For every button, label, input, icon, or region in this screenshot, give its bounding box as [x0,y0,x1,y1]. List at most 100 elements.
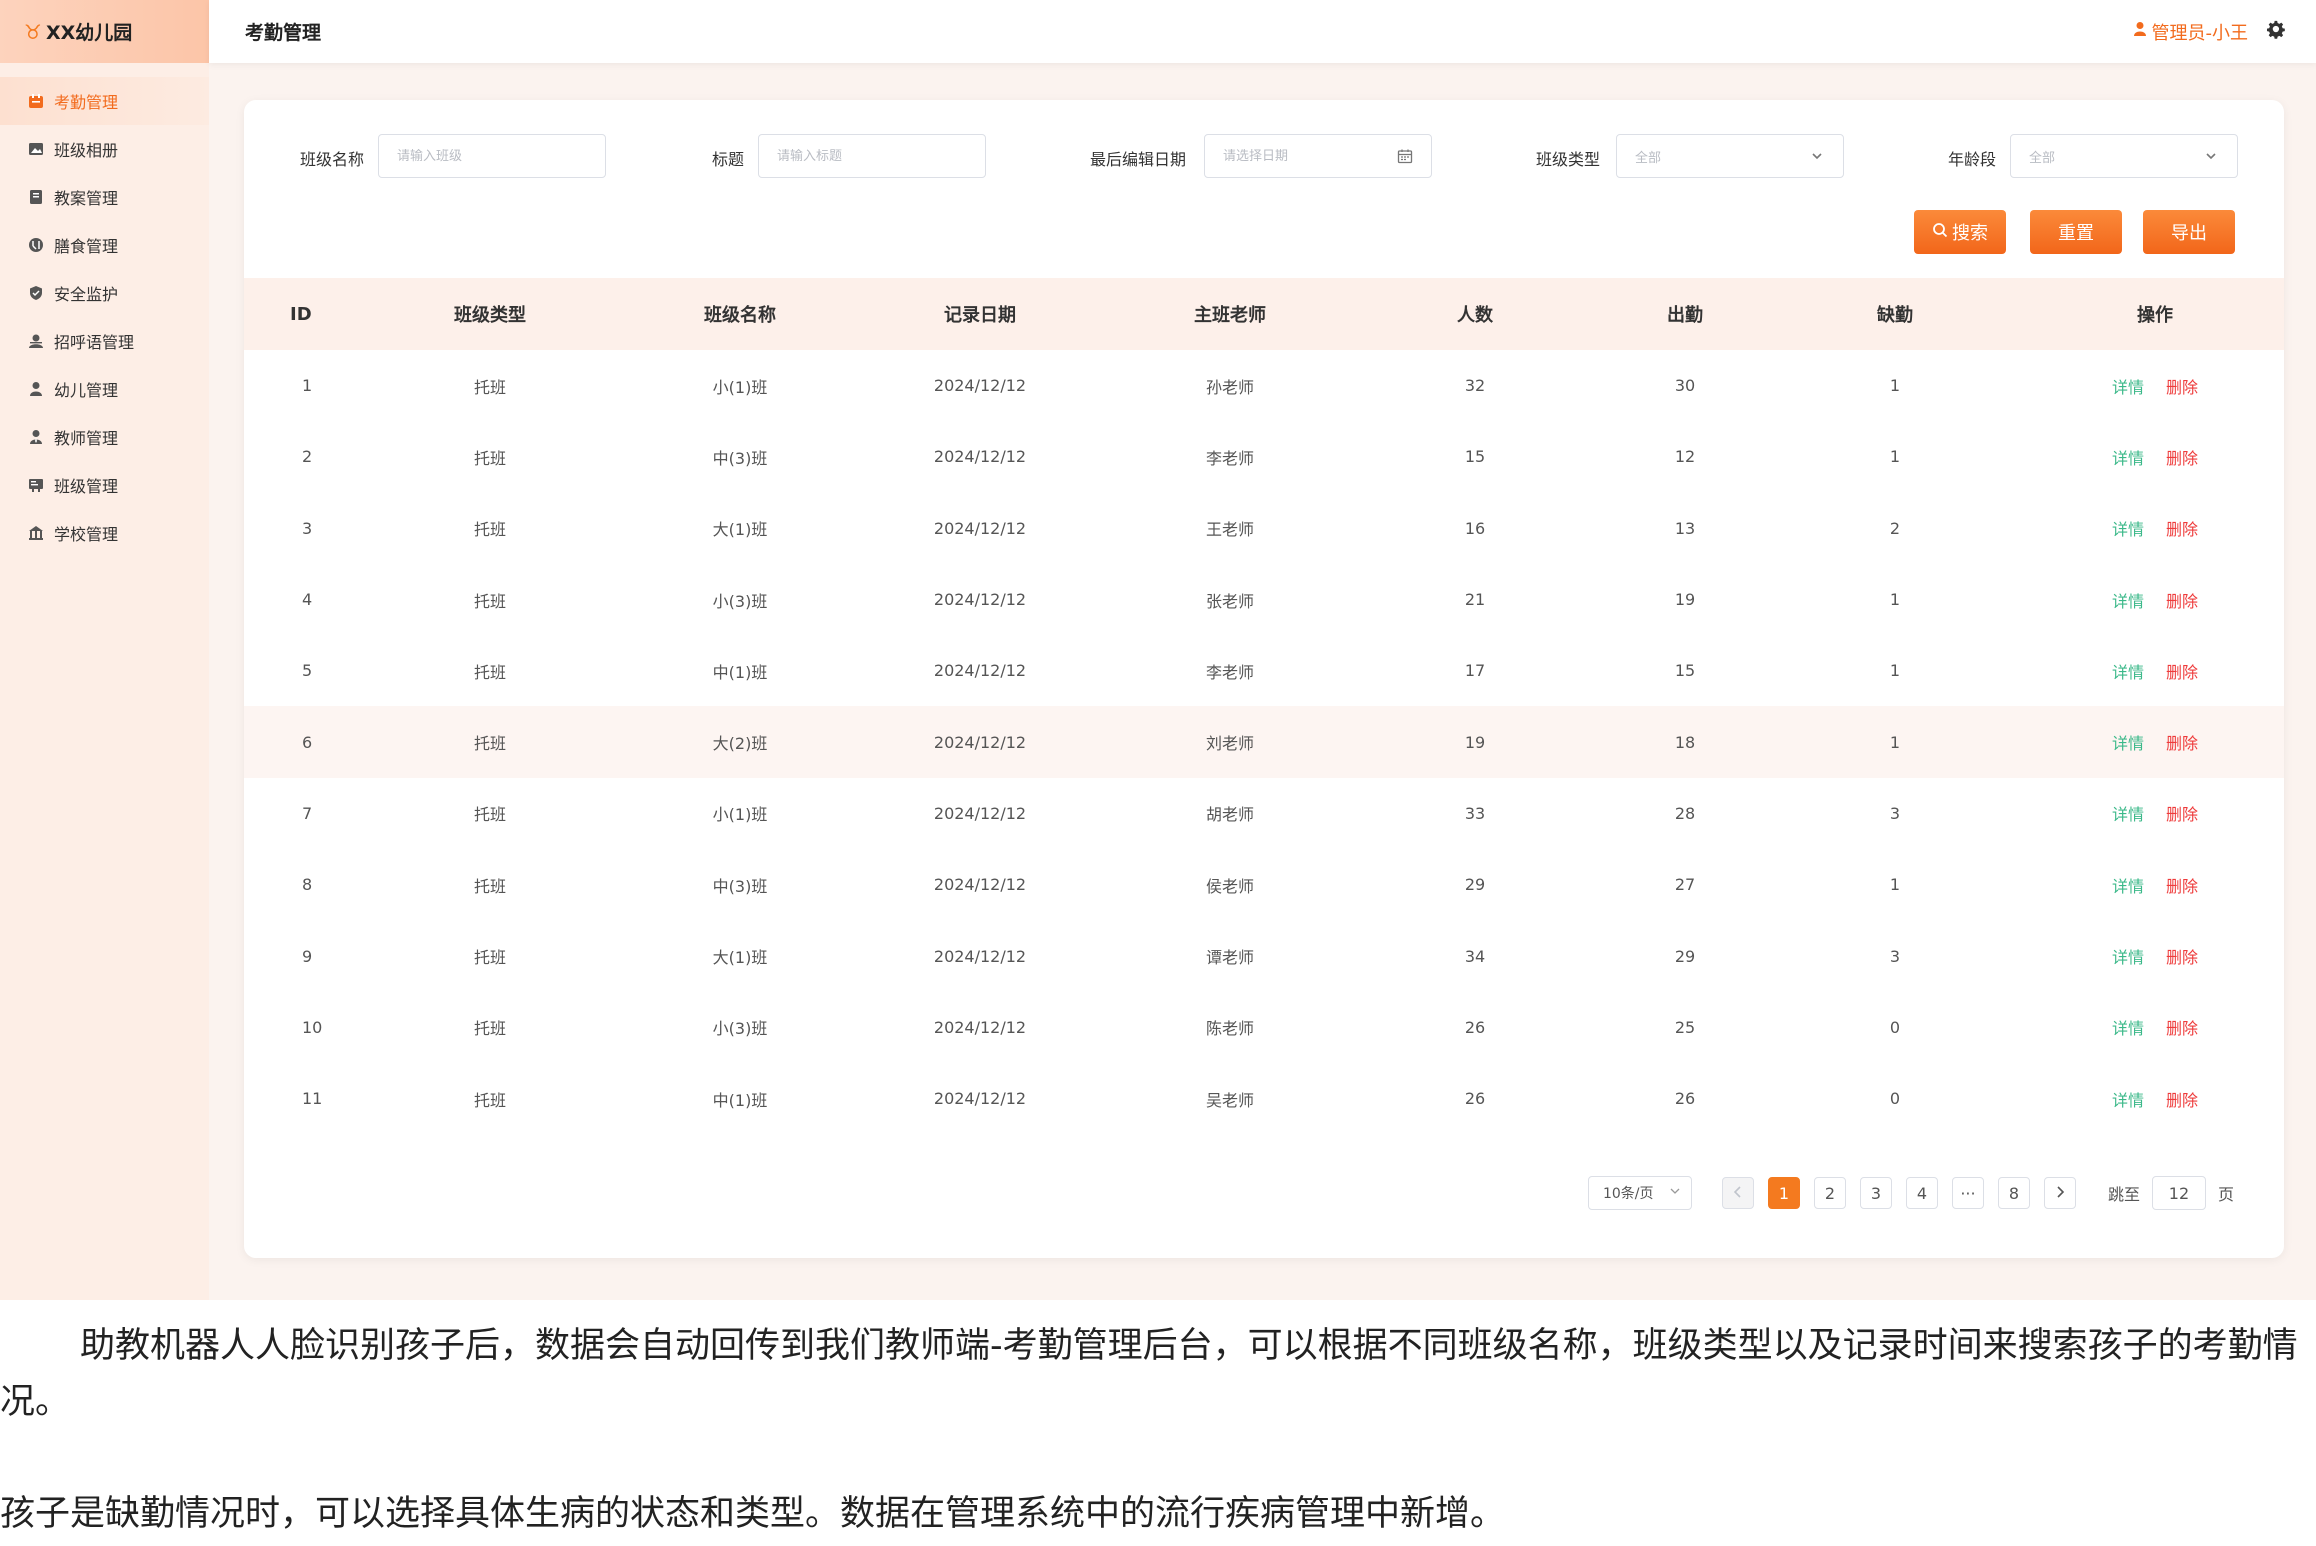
page-button-8[interactable]: 8 [1997,1177,2030,1209]
detail-link[interactable]: 详情 [2112,659,2144,683]
sidebar-item-classes[interactable]: 班级管理 [0,461,209,509]
user-menu[interactable]: 管理员-小王 [2132,19,2248,45]
sidebar-item-label: 考勤管理 [54,93,119,112]
class-type-select[interactable]: 全部 [1616,134,1844,178]
edit-date-label: 最后编辑日期 [1090,150,1187,169]
search-button[interactable]: 搜索 [1914,210,2006,254]
cell-count: 34 [1464,946,1486,966]
detail-link[interactable]: 详情 [2112,944,2144,968]
table-row: 8 托班 中(3)班 2024/12/12 侯老师 29 27 1 详情 删除 [244,849,2284,920]
delete-link[interactable]: 删除 [2166,1087,2198,1111]
cell-id: 6 [302,732,313,752]
delete-link[interactable]: 删除 [2166,374,2198,398]
title-field[interactable] [758,134,986,178]
delete-link[interactable]: 删除 [2166,873,2198,897]
detail-link[interactable]: 详情 [2112,730,2144,754]
cell-date: 2024/12/12 [933,1089,1027,1109]
page-ellipsis[interactable]: ··· [1951,1177,1984,1209]
cell-date: 2024/12/12 [933,376,1027,396]
column-header: 出勤 [1667,305,1703,326]
table-row: 5 托班 中(1)班 2024/12/12 李老师 17 15 1 详情 删除 [244,635,2284,706]
age-group-select[interactable]: 全部 [2010,134,2238,178]
cell-count: 26 [1464,1089,1486,1109]
delete-link[interactable]: 删除 [2166,1015,2198,1039]
class-name-input[interactable] [397,148,587,164]
class-name-field[interactable] [378,134,606,178]
jump-page-input[interactable] [2151,1176,2206,1210]
page-button-2[interactable]: 2 [1813,1177,1846,1209]
title-input[interactable] [777,148,967,164]
sidebar-item-attendance[interactable]: 考勤管理 [0,77,209,125]
cell-absent: 1 [1889,732,1901,752]
cell-id: 4 [302,590,313,610]
cell-teacher: 李老师 [1205,662,1254,682]
detail-link[interactable]: 详情 [2112,1015,2144,1039]
teacher-icon [26,429,46,445]
cell-id: 5 [302,661,313,681]
detail-link[interactable]: 详情 [2112,1087,2144,1111]
cell-type: 托班 [473,1090,506,1110]
page-button-1[interactable]: 1 [1767,1177,1800,1209]
detail-link[interactable]: 详情 [2112,801,2144,825]
topbar-right: 管理员-小王 [2132,19,2287,45]
delete-link[interactable]: 删除 [2166,944,2198,968]
cell-name: 小(1)班 [712,805,768,825]
sidebar-item-teachers[interactable]: 教师管理 [0,413,209,461]
edit-date-field[interactable] [1204,134,1432,178]
sidebar-item-label: 幼儿管理 [54,381,119,400]
table-row: 1 托班 小(1)班 2024/12/12 孙老师 32 30 1 详情 删除 [244,350,2284,421]
prev-page-button[interactable] [1721,1177,1754,1209]
cell-name: 小(1)班 [712,377,768,397]
brand[interactable]: ♉ XX幼儿园 [0,0,209,63]
sidebar-item-lesson-plans[interactable]: 教案管理 [0,173,209,221]
sidebar-item-children[interactable]: 幼儿管理 [0,365,209,413]
cell-attend: 30 [1674,376,1696,396]
next-page-button[interactable] [2043,1177,2076,1209]
export-button[interactable]: 导出 [2143,210,2235,254]
page-button-3[interactable]: 3 [1859,1177,1892,1209]
sidebar-item-meals[interactable]: 膳食管理 [0,221,209,269]
sidebar-item-school[interactable]: 学校管理 [0,509,209,557]
detail-link[interactable]: 详情 [2112,873,2144,897]
delete-link[interactable]: 删除 [2166,801,2198,825]
child-icon [26,381,46,397]
chevron-right-icon [2053,1184,2067,1203]
page-button-4[interactable]: 4 [1905,1177,1938,1209]
cell-count: 26 [1464,1017,1486,1037]
page-unit-label: 页 [2217,1185,2234,1204]
cell-teacher: 李老师 [1205,448,1254,468]
edit-date-input[interactable] [1223,148,1397,164]
sidebar-item-album[interactable]: 班级相册 [0,125,209,173]
delete-link[interactable]: 删除 [2166,588,2198,612]
cell-actions: 详情 删除 [2055,944,2255,968]
sidebar-item-label: 膳食管理 [54,237,119,256]
calendar-icon[interactable] [1397,148,1413,164]
cell-date: 2024/12/12 [933,518,1027,538]
cell-type: 托班 [473,948,506,968]
cell-type: 托班 [473,520,506,540]
delete-link[interactable]: 删除 [2166,730,2198,754]
detail-link[interactable]: 详情 [2112,588,2144,612]
table-row: 6 托班 大(2)班 2024/12/12 刘老师 19 18 1 详情 删除 [244,706,2284,778]
page-size-select[interactable]: 10条/页 [1587,1176,1692,1210]
delete-link[interactable]: 删除 [2166,516,2198,540]
delete-link[interactable]: 删除 [2166,445,2198,469]
cell-absent: 0 [1889,1017,1901,1037]
detail-link[interactable]: 详情 [2112,516,2144,540]
sidebar-item-safety[interactable]: 安全监护 [0,269,209,317]
cell-date: 2024/12/12 [933,946,1027,966]
reset-button[interactable]: 重置 [2030,210,2122,254]
meal-icon [26,237,46,253]
sidebar-item-greetings[interactable]: 招呼语管理 [0,317,209,365]
detail-link[interactable]: 详情 [2112,374,2144,398]
gear-icon[interactable] [2266,20,2286,44]
class-type-label: 班级类型 [1536,150,1601,169]
delete-link[interactable]: 删除 [2166,659,2198,683]
attendance-card: 班级名称 标题 最后编辑日期 班级类型 全部 年龄段 全部 [244,100,2284,1258]
cell-absent: 1 [1889,376,1901,396]
detail-link[interactable]: 详情 [2112,445,2144,469]
page-size-value: 10条/页 [1602,1186,1654,1202]
sidebar-item-label: 安全监护 [54,285,119,304]
cell-count: 33 [1464,803,1486,823]
caption-paragraph-1: 助教机器人人脸识别孩子后，数据会自动回传到我们教师端-考勤管理后台，可以根据不同… [0,1326,2298,1422]
